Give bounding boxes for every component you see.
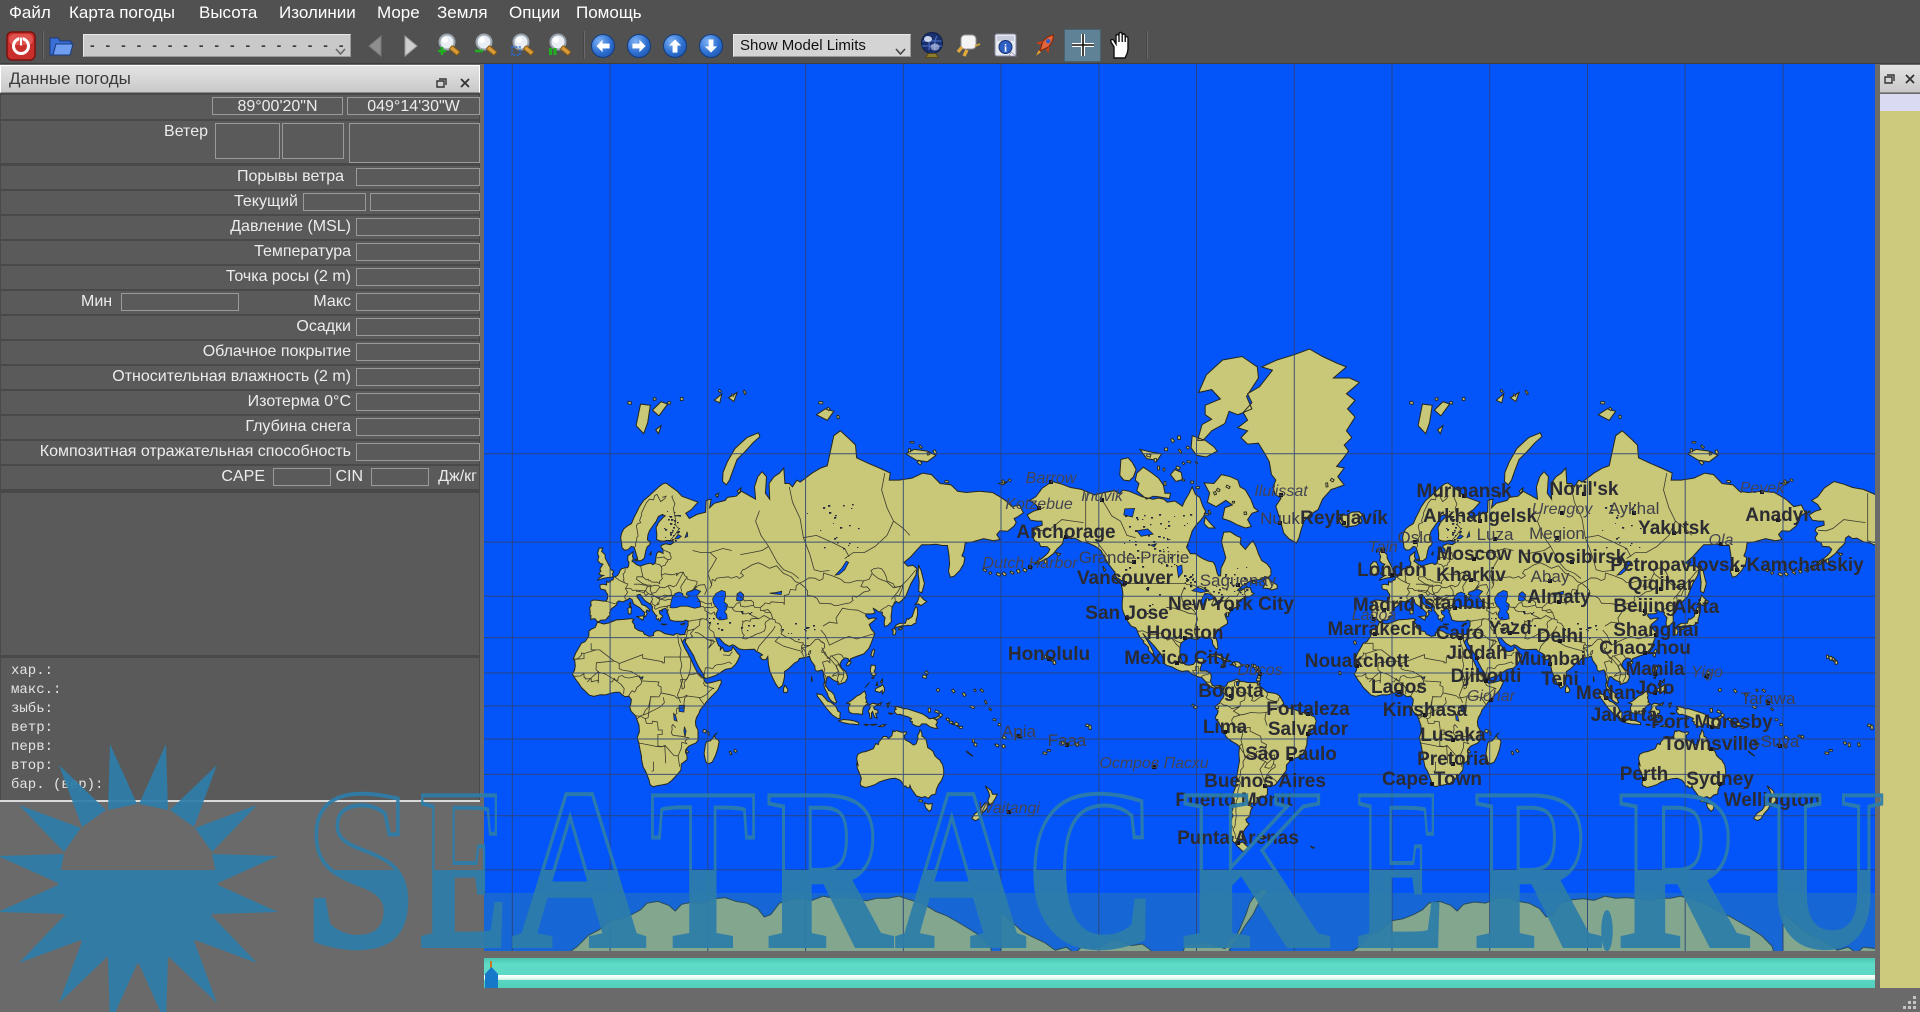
svg-text:Akita: Akita: [1673, 597, 1720, 618]
svg-text:Yakutsk: Yakutsk: [1638, 518, 1710, 539]
svg-text:Dutch Harbor: Dutch Harbor: [982, 555, 1078, 572]
svg-text:Fortaleza: Fortaleza: [1266, 699, 1350, 720]
svg-text:Nouakchott: Nouakchott: [1305, 651, 1410, 672]
svg-text:Arkhangelsk: Arkhangelsk: [1423, 506, 1537, 527]
svg-text:Cairo: Cairo: [1436, 623, 1485, 644]
svg-text:Luza: Luza: [1477, 525, 1514, 544]
svg-text:Delhi: Delhi: [1537, 626, 1583, 647]
svg-text:Tarawa: Tarawa: [1741, 689, 1796, 708]
svg-text:Grande Prairie: Grande Prairie: [1079, 548, 1190, 567]
svg-text:Pretoria: Pretoria: [1417, 749, 1489, 770]
svg-text:Reykjavík: Reykjavík: [1300, 508, 1388, 529]
svg-text:Murmansk: Murmansk: [1416, 481, 1511, 502]
svg-text:Urengoy: Urengoy: [1532, 501, 1593, 518]
svg-text:Honolulu: Honolulu: [1008, 644, 1090, 665]
svg-text:Mumbai: Mumbai: [1514, 649, 1586, 670]
svg-text:Anchorage: Anchorage: [1016, 522, 1115, 543]
svg-text:Townsville: Townsville: [1663, 734, 1759, 755]
svg-text:Buenos Aires: Buenos Aires: [1204, 771, 1326, 792]
svg-text:Kharkiv: Kharkiv: [1436, 565, 1506, 586]
svg-text:Nuuk: Nuuk: [1260, 509, 1300, 528]
svg-text:Yazd: Yazd: [1488, 618, 1531, 639]
svg-text:Ilulissat: Ilulissat: [1254, 483, 1308, 500]
svg-text:Djibouti: Djibouti: [1451, 666, 1522, 687]
svg-text:Faaa: Faaa: [1048, 731, 1087, 750]
svg-text:Kotzebue: Kotzebue: [1005, 496, 1073, 513]
svg-text:Noril'sk: Noril'sk: [1550, 479, 1619, 500]
svg-text:Puerto Montt: Puerto Montt: [1175, 790, 1293, 811]
svg-text:Giohar: Giohar: [1467, 688, 1516, 705]
svg-text:i: i: [1004, 43, 1007, 55]
svg-text:Waitangi: Waitangi: [978, 800, 1040, 817]
svg-text:Salvador: Salvador: [1268, 719, 1349, 740]
svg-text:Lagos: Lagos: [1371, 677, 1427, 698]
svg-text:Tain: Tain: [1368, 539, 1398, 556]
svg-text:Lusaka: Lusaka: [1420, 725, 1486, 746]
svg-text:London: London: [1357, 560, 1427, 581]
svg-text:Yigo: Yigo: [1691, 664, 1723, 681]
svg-text:San Jose: San Jose: [1085, 603, 1168, 624]
svg-text:Abay: Abay: [1531, 567, 1570, 586]
svg-text:Vancouver: Vancouver: [1077, 568, 1174, 589]
svg-text:Saguenay: Saguenay: [1200, 571, 1277, 590]
svg-text:Almaty: Almaty: [1527, 587, 1591, 608]
svg-text:Teni: Teni: [1541, 669, 1579, 690]
svg-text:Sydney: Sydney: [1686, 769, 1754, 790]
svg-text:Apia: Apia: [1002, 722, 1037, 741]
svg-text:Moscow: Moscow: [1437, 544, 1512, 565]
svg-text:Jakarta: Jakarta: [1591, 705, 1658, 726]
svg-text:Cape Town: Cape Town: [1382, 769, 1482, 790]
svg-text:Houston: Houston: [1146, 623, 1223, 644]
svg-text:Остров Пасхи: Остров Пасхи: [1099, 755, 1208, 772]
svg-text:Istanbul: Istanbul: [1419, 593, 1492, 614]
svg-text:Megion: Megion: [1529, 524, 1585, 543]
svg-text:Port Moresby: Port Moresby: [1651, 712, 1773, 733]
svg-text:Jiddah: Jiddah: [1446, 643, 1507, 664]
svg-text:Qiqihar: Qiqihar: [1628, 574, 1695, 595]
svg-text:Oslo: Oslo: [1398, 528, 1433, 547]
svg-text:Barrow: Barrow: [1026, 470, 1078, 487]
svg-text:Bogotá: Bogotá: [1198, 681, 1264, 702]
svg-text:Manila: Manila: [1625, 659, 1685, 680]
svg-text:Anadyr: Anadyr: [1745, 505, 1811, 526]
svg-text:Jolo: Jolo: [1635, 678, 1674, 699]
svg-text:Ducos: Ducos: [1237, 662, 1282, 679]
svg-text:Punta Arenas: Punta Arenas: [1177, 828, 1299, 849]
svg-text:New York City: New York City: [1168, 594, 1294, 615]
svg-text:Kinshasa: Kinshasa: [1383, 700, 1468, 721]
svg-text:Ola: Ola: [1709, 532, 1734, 549]
svg-text:Lima: Lima: [1203, 717, 1248, 738]
svg-text:Beijing: Beijing: [1613, 596, 1676, 617]
svg-text:Inuvik: Inuvik: [1081, 488, 1124, 505]
svg-text:Aykhal: Aykhal: [1609, 499, 1660, 518]
svg-text:Petropavlovsk-Kamchatskiy: Petropavlovsk-Kamchatskiy: [1610, 555, 1864, 576]
svg-text:Lagoa: Lagoa: [1352, 607, 1397, 624]
svg-text:São Paulo: São Paulo: [1245, 744, 1337, 765]
svg-text:Pevek: Pevek: [1740, 480, 1785, 497]
svg-text:Wellington: Wellington: [1724, 790, 1821, 811]
svg-text:Chaozhou: Chaozhou: [1599, 638, 1691, 659]
svg-text:Mexico City: Mexico City: [1124, 648, 1230, 669]
svg-text:Perth: Perth: [1620, 764, 1669, 785]
svg-text:Suva: Suva: [1761, 732, 1800, 751]
svg-text:Medan: Medan: [1576, 683, 1636, 704]
